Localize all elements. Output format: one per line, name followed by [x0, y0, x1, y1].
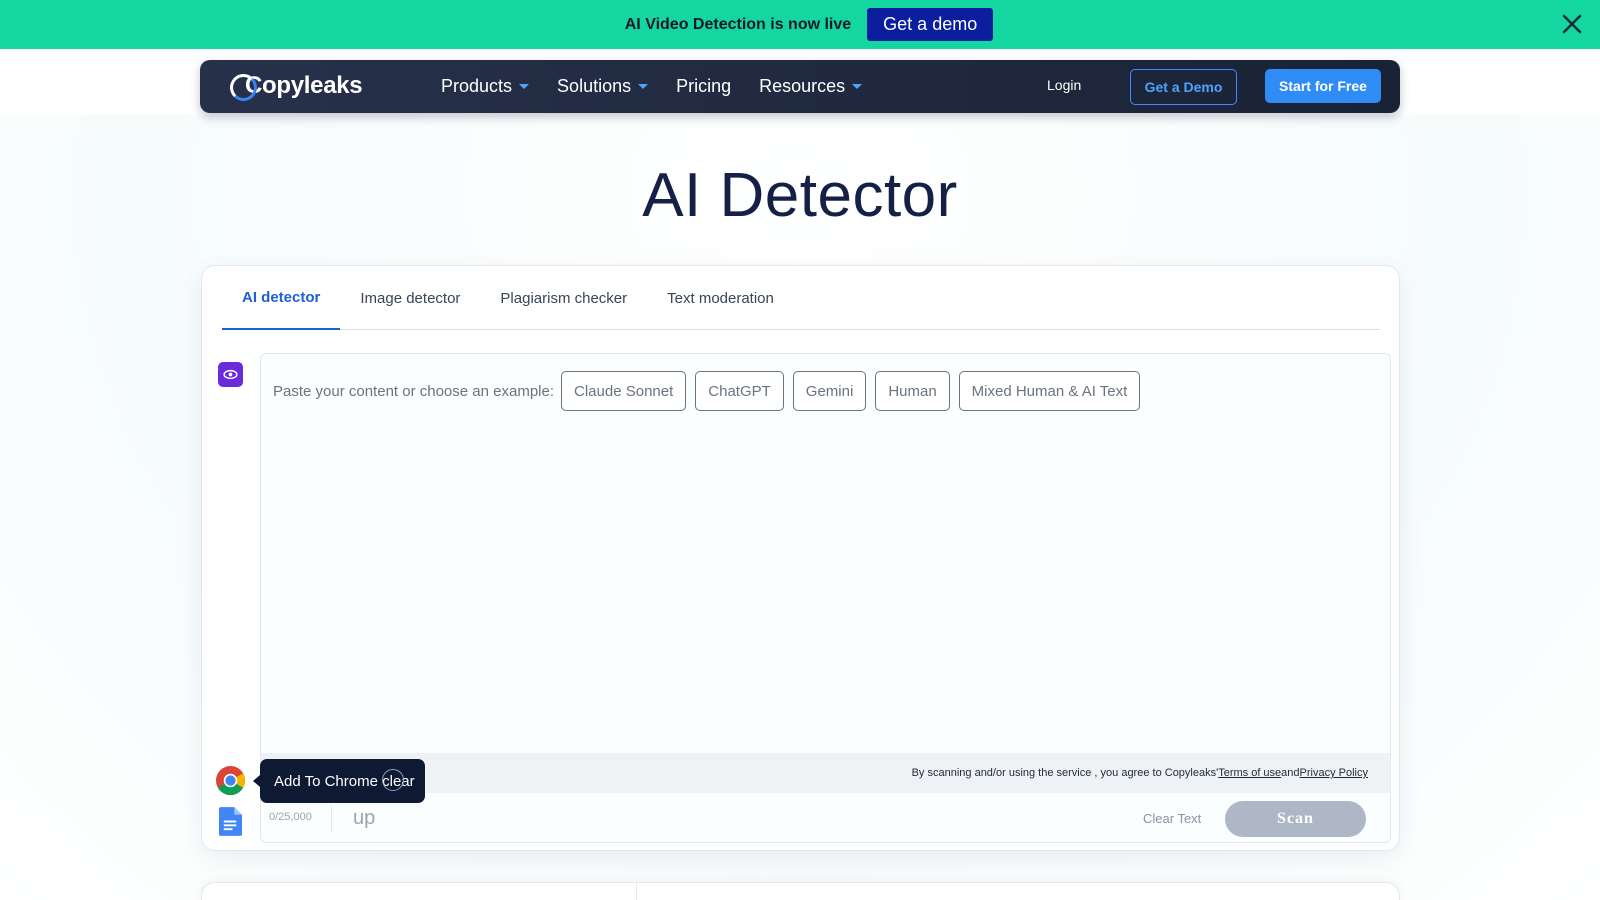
top-nav: Copyleaks Products Solutions Pricing Res… — [200, 60, 1400, 113]
chevron-down-icon — [852, 84, 863, 89]
google-docs-icon[interactable] — [219, 807, 242, 836]
tab-ai-detector[interactable]: AI detector — [222, 266, 341, 330]
example-chip-gemini[interactable]: Gemini — [792, 371, 867, 411]
page-title: AI Detector — [642, 161, 958, 230]
character-count: 0/25,000 — [269, 811, 312, 823]
terms-and: and — [1281, 767, 1300, 779]
add-to-chrome-tooltip[interactable]: Add To Chrome clear — [253, 759, 425, 803]
results-divider — [636, 882, 637, 900]
upload-button[interactable]: up — [353, 807, 375, 830]
privacy-policy-link[interactable]: Privacy Policy — [1300, 767, 1368, 779]
nav-item-solutions[interactable]: Solutions — [557, 76, 649, 97]
chrome-icon[interactable] — [215, 765, 246, 796]
tab-text-moderation[interactable]: Text moderation — [647, 266, 794, 330]
promo-banner: AI Video Detection is now live Get a dem… — [0, 0, 1600, 49]
tab-image-detector[interactable]: Image detector — [340, 266, 480, 330]
logo-text: Copyleaks — [245, 72, 363, 99]
example-chip-mixed[interactable]: Mixed Human & AI Text — [958, 371, 1141, 411]
close-circle-icon[interactable] — [382, 769, 404, 791]
get-a-demo-button[interactable]: Get a Demo — [1130, 69, 1237, 105]
terms-prefix: By scanning and/or using the service , y… — [911, 767, 1219, 779]
text-editor[interactable]: Paste your content or choose an example:… — [260, 353, 1391, 843]
start-for-free-button[interactable]: Start for Free — [1265, 69, 1381, 103]
nav-item-products[interactable]: Products — [441, 76, 530, 97]
logo-ring-icon — [230, 73, 257, 101]
close-icon[interactable] — [1560, 12, 1584, 36]
results-section — [201, 882, 1400, 900]
terms-notice: By scanning and/or using the service , y… — [261, 753, 1390, 793]
nav-item-label: Pricing — [676, 76, 732, 96]
footer-divider — [331, 805, 332, 833]
nav-item-label: Solutions — [557, 76, 632, 96]
example-chip-claude-sonnet[interactable]: Claude Sonnet — [561, 371, 687, 411]
paste-prompt: Paste your content or choose an example: — [273, 382, 555, 400]
example-chip-human[interactable]: Human — [875, 371, 950, 411]
nav-menu: Products Solutions Pricing Resources — [441, 60, 890, 113]
terms-of-use-link[interactable]: Terms of use — [1218, 767, 1281, 779]
eye-icon[interactable] — [218, 362, 243, 387]
login-link[interactable]: Login — [1047, 77, 1081, 93]
copyleaks-logo[interactable]: Copyleaks — [230, 70, 363, 102]
nav-item-label: Resources — [759, 76, 846, 96]
clear-text-button[interactable]: Clear Text — [1143, 811, 1201, 826]
promo-text: AI Video Detection is now live — [624, 15, 852, 33]
tab-plagiarism-checker[interactable]: Plagiarism checker — [480, 266, 647, 330]
get-demo-banner-button[interactable]: Get a demo — [867, 8, 994, 41]
tool-tabs: AI detector Image detector Plagiarism ch… — [222, 266, 1380, 330]
example-chip-chatgpt[interactable]: ChatGPT — [695, 371, 784, 411]
scan-button[interactable]: Scan — [1225, 801, 1366, 837]
example-row: Paste your content or choose an example:… — [273, 371, 1149, 411]
chevron-down-icon — [638, 84, 649, 89]
nav-item-resources[interactable]: Resources — [759, 76, 863, 97]
nav-item-pricing[interactable]: Pricing — [676, 76, 731, 97]
editor-footer: 0/25,000 up Clear Text Scan — [261, 793, 1390, 843]
chevron-down-icon — [519, 84, 530, 89]
nav-item-label: Products — [441, 76, 513, 96]
